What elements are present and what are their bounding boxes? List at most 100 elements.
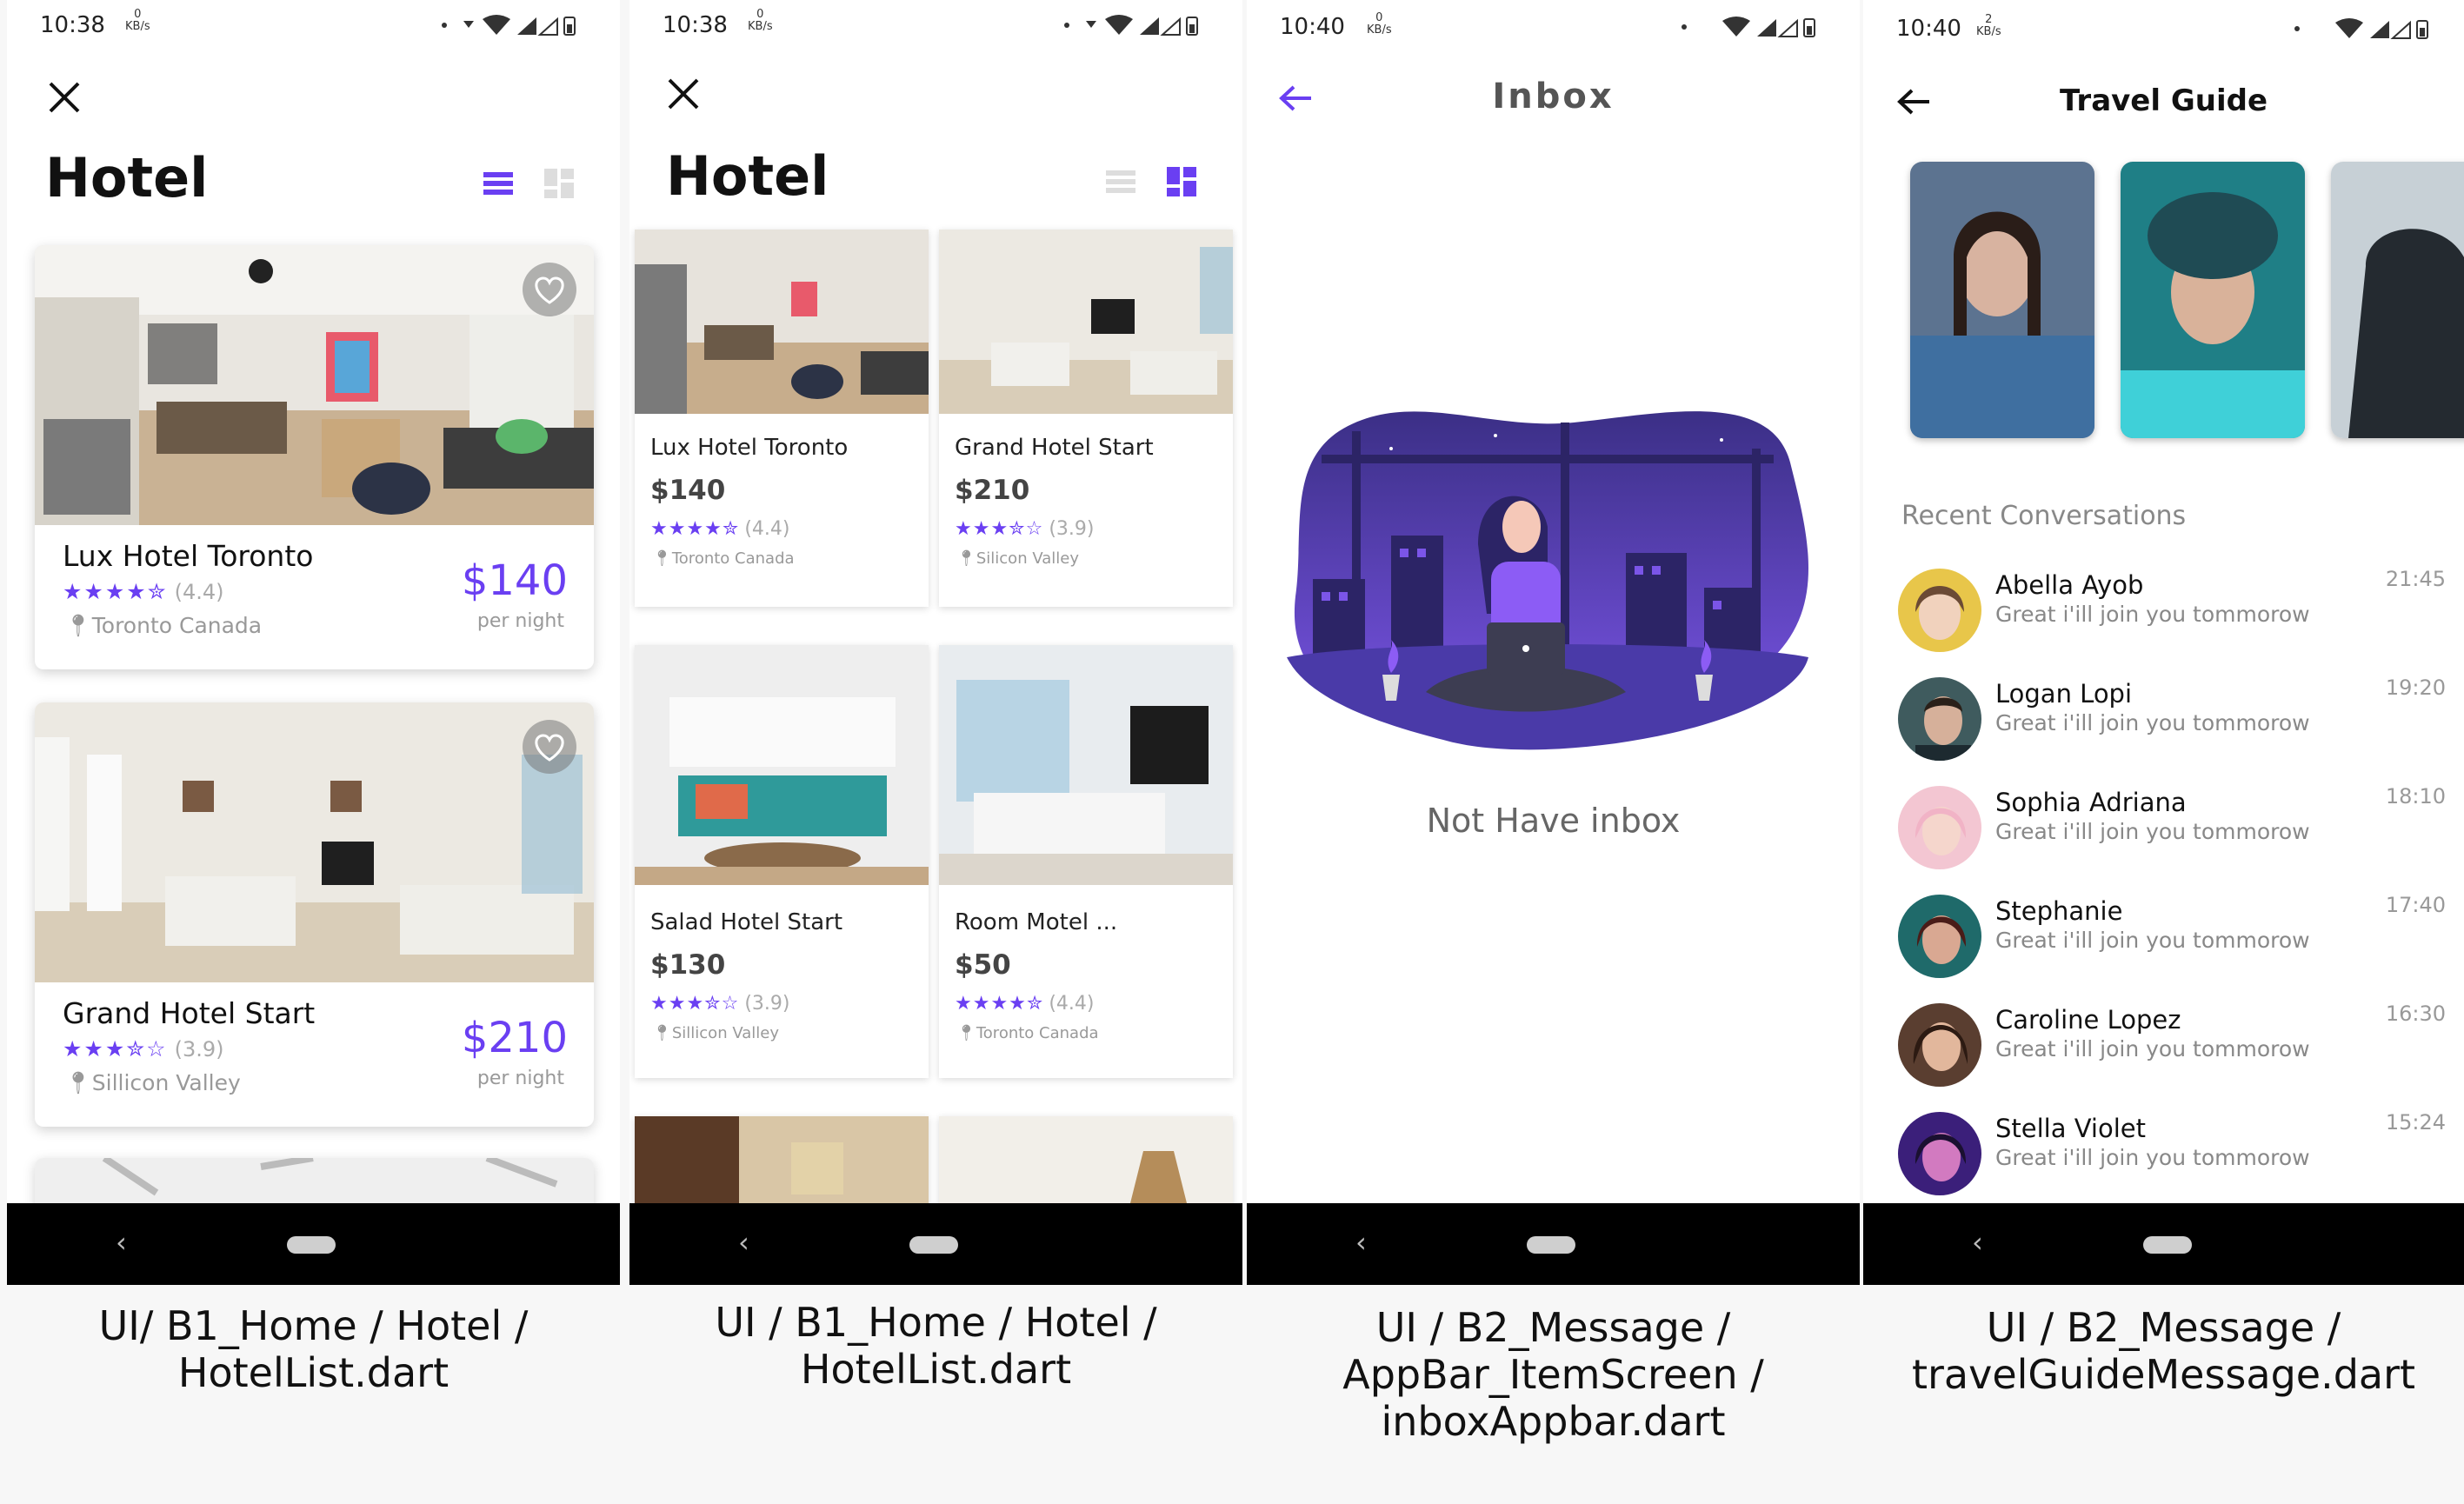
network-speed: 0 KB/s <box>748 8 773 33</box>
nav-back-icon[interactable]: ‹ <box>738 1226 749 1259</box>
conversation-item[interactable]: Logan Lopi Great i'ill join you tommorow… <box>1898 672 2446 761</box>
message-time: 19:20 <box>2385 675 2446 700</box>
rating-value: (4.4) <box>744 518 790 540</box>
hotel-image <box>635 645 929 885</box>
nav-home-button[interactable] <box>2143 1236 2192 1254</box>
conversation-item[interactable]: Sophia Adriana Great i'ill join you tomm… <box>1898 781 2446 869</box>
hotel-location: 📍︎Sillicon Valley <box>64 1070 241 1095</box>
message-time: 18:10 <box>2385 784 2446 809</box>
status-time: 10:40 <box>1280 14 1345 40</box>
list-view-icon[interactable] <box>482 167 515 200</box>
message-preview: Great i'ill join you tommorow <box>1995 819 2310 844</box>
network-speed: 0 KB/s <box>125 8 150 33</box>
system-nav-bar: ‹ <box>1863 1203 2464 1285</box>
status-time: 10:40 <box>1896 16 1961 42</box>
hotel-price: $50 <box>955 949 1011 981</box>
hotel-image <box>35 702 594 982</box>
hotel-card[interactable]: Lux Hotel Toronto ★★★★✮ (4.4) 📍︎Toronto C… <box>35 245 594 669</box>
rating-stars: ★★★★✮ (4.4) <box>63 579 224 604</box>
hotel-name: Salad Hotel Start <box>650 909 843 935</box>
page-title: Hotel <box>45 146 209 210</box>
hotel-price: $140 <box>461 556 568 605</box>
hotel-image <box>635 1116 929 1212</box>
conversation-item[interactable]: Stephanie Great i'ill join you tommorow … <box>1898 889 2446 978</box>
message-preview: Great i'ill join you tommorow <box>1995 928 2310 953</box>
story-thumbnail[interactable] <box>2121 162 2305 438</box>
conversation-item[interactable]: Stella Violet Great i'ill join you tommo… <box>1898 1107 2446 1195</box>
nav-home-button[interactable] <box>909 1236 958 1254</box>
screen-caption: UI / B2_Message / travelGuideMessage.dart <box>1911 1304 2416 1398</box>
message-time: 21:45 <box>2385 567 2446 591</box>
system-nav-bar: ‹ <box>1247 1203 1860 1285</box>
hotel-card[interactable]: Grand Hotel Start ★★★✮☆ (3.9) 📍︎Sillicon … <box>35 702 594 1127</box>
favorite-button[interactable] <box>523 263 576 316</box>
heart-icon <box>535 276 564 304</box>
screen-caption: UI/ B1_Home / Hotel / HotelList.dart <box>98 1302 529 1396</box>
location-pin-icon: 📍︎ <box>652 1024 672 1042</box>
hotel-location: 📍︎Toronto Canada <box>956 1024 1099 1042</box>
avatar <box>1898 1112 1981 1195</box>
rating-value: (3.9) <box>744 993 790 1015</box>
avatar <box>1898 677 1981 761</box>
screen-caption: UI / B1_Home / Hotel / HotelList.dart <box>715 1299 1157 1393</box>
status-icons <box>2294 18 2428 39</box>
hotel-grid-card[interactable]: Salad Hotel Start $130 ★★★✮☆ (3.9) 📍︎Sill… <box>635 645 929 1078</box>
hotel-name: Lux Hotel Toronto <box>63 539 314 573</box>
status-bar: 10:38 0 KB/s <box>7 0 620 52</box>
hotel-grid-card[interactable] <box>939 1116 1233 1212</box>
contact-name: Caroline Lopez <box>1995 1005 2181 1035</box>
empty-state-text: Not Have inbox <box>1426 802 1681 840</box>
hotel-grid-card[interactable]: Lux Hotel Toronto $140 ★★★★✮ (4.4) 📍︎Toro… <box>635 230 929 607</box>
favorite-button[interactable] <box>523 720 576 774</box>
story-image <box>2121 162 2305 438</box>
nav-home-button[interactable] <box>287 1236 336 1254</box>
hotel-grid-card[interactable]: Grand Hotel Start $210 ★★★✮☆ (3.9) 📍︎Sili… <box>939 230 1233 607</box>
status-bar: 10:38 0 KB/s <box>629 0 1242 52</box>
status-icons <box>1064 15 1198 36</box>
grid-view-icon[interactable] <box>543 167 576 200</box>
status-bar: 10:40 2 KB/s <box>1863 0 2464 52</box>
status-bar: 10:40 0 KB/s <box>1247 0 1860 52</box>
close-icon[interactable] <box>666 77 701 111</box>
hotel-price: $210 <box>955 475 1030 506</box>
status-time: 10:38 <box>663 12 728 38</box>
message-time: 15:24 <box>2385 1110 2446 1135</box>
nav-home-button[interactable] <box>1527 1236 1575 1254</box>
nav-back-icon[interactable]: ‹ <box>1355 1226 1367 1259</box>
contact-name: Abella Ayob <box>1995 570 2144 600</box>
section-label: Recent Conversations <box>1901 501 2187 531</box>
conversation-item[interactable]: Abella Ayob Great i'ill join you tommoro… <box>1898 563 2446 652</box>
rating-stars: ★★★★✮ (4.4) <box>955 993 1095 1015</box>
location-pin-icon: 📍︎ <box>956 549 976 568</box>
status-time: 10:38 <box>40 12 105 38</box>
network-speed: 0 KB/s <box>1367 11 1392 37</box>
hotel-location: 📍︎Sillicon Valley <box>652 1024 780 1042</box>
hotel-name: Grand Hotel Start <box>63 996 316 1030</box>
contact-name: Sophia Adriana <box>1995 788 2187 817</box>
story-thumbnail[interactable] <box>2331 162 2464 438</box>
contact-name: Logan Lopi <box>1995 679 2133 709</box>
nav-back-icon[interactable]: ‹ <box>116 1226 127 1259</box>
list-view-icon[interactable] <box>1104 165 1137 198</box>
message-time: 17:40 <box>2385 893 2446 917</box>
hotel-grid-card[interactable]: Room Motel ... $50 ★★★★✮ (4.4) 📍︎Toronto … <box>939 645 1233 1078</box>
story-thumbnail[interactable] <box>1910 162 2094 438</box>
conversation-item[interactable]: Caroline Lopez Great i'ill join you tomm… <box>1898 998 2446 1087</box>
hotel-image <box>939 230 1233 414</box>
contact-name: Stephanie <box>1995 896 2123 926</box>
message-preview: Great i'ill join you tommorow <box>1995 1145 2310 1170</box>
status-icons <box>1682 17 1815 37</box>
hotel-location: 📍︎Toronto Canada <box>64 613 263 638</box>
hotel-location: 📍︎Toronto Canada <box>652 549 795 568</box>
location-pin-icon: 📍︎ <box>64 613 92 638</box>
page-title: Travel Guide <box>2059 83 2268 118</box>
price-unit: per night <box>476 610 564 632</box>
message-preview: Great i'ill join you tommorow <box>1995 710 2310 735</box>
grid-view-icon[interactable] <box>1165 165 1198 198</box>
nav-back-icon[interactable]: ‹ <box>1972 1226 1983 1259</box>
hotel-grid-card[interactable] <box>635 1116 929 1212</box>
heart-icon <box>535 734 564 762</box>
close-icon[interactable] <box>47 80 82 115</box>
contact-name: Stella Violet <box>1995 1114 2146 1143</box>
empty-inbox-illustration <box>1287 411 1808 750</box>
